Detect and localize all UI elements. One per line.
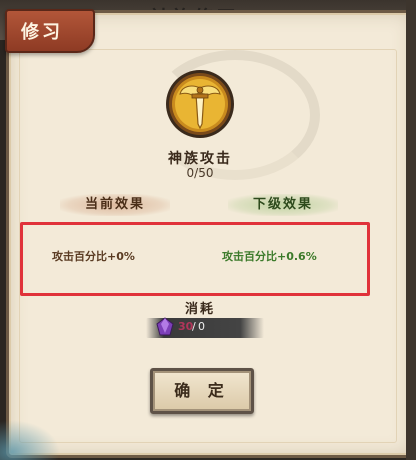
- confirm-button[interactable]: 确 定: [150, 368, 254, 414]
- next-effect-header: 下级效果: [228, 194, 338, 216]
- next-effect-value: 攻击百分比+0.6%: [222, 250, 317, 263]
- skill-level: 0/50: [186, 166, 214, 180]
- current-effect-value: 攻击百分比+0%: [52, 250, 135, 263]
- consume-label: 消耗: [184, 302, 215, 317]
- panel-title-tab: 修习: [5, 9, 95, 53]
- skill-name: 神族攻击: [168, 151, 232, 167]
- game-screen: 神族修习 修习 神族攻击 0/50 当前效果 下级效果 攻击百分比+0% 攻击百…: [0, 0, 416, 460]
- bottom-corner-decoration: [0, 420, 60, 460]
- skill-emblem-icon[interactable]: [164, 68, 236, 140]
- purple-gem-icon: [156, 317, 174, 336]
- panel-title: 修习: [21, 22, 63, 43]
- current-effect-header: 当前效果: [60, 194, 170, 216]
- cost-required: 0: [198, 320, 205, 333]
- cost-separator: /: [192, 320, 196, 333]
- right-edge-shadow: [406, 0, 416, 460]
